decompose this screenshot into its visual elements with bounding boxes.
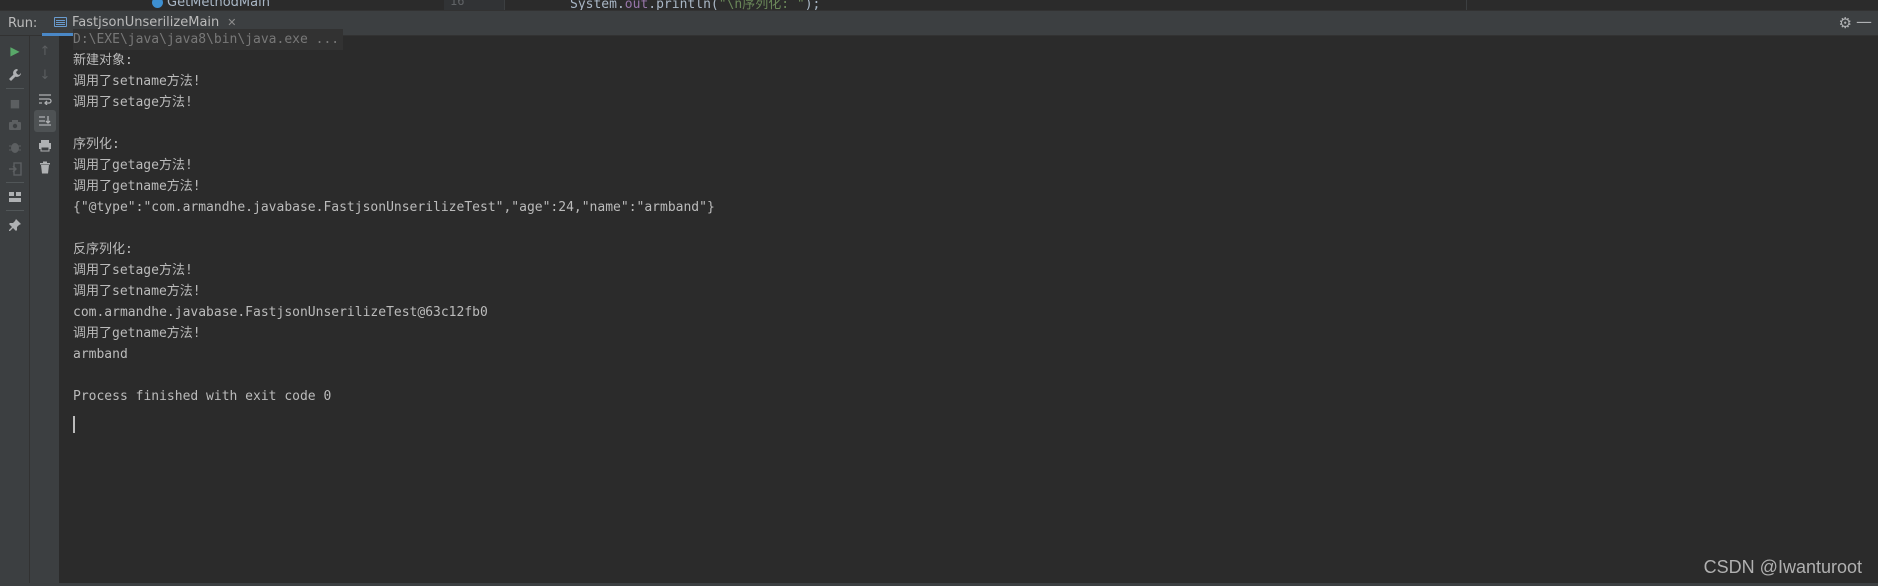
run-toolbar-primary: ▶ ■ xyxy=(0,36,30,586)
camera-icon[interactable] xyxy=(4,114,26,136)
java-class-icon xyxy=(152,0,163,8)
toolbar-separator xyxy=(6,88,24,89)
console-line: 调用了setage方法! xyxy=(73,95,193,110)
text-cursor xyxy=(73,416,75,433)
console-output[interactable]: D:\EXE\java\java8\bin\java.exe ... 新建对象:… xyxy=(60,29,1878,586)
run-icon[interactable]: ▶ xyxy=(4,40,26,62)
console-line: 调用了getname方法! xyxy=(73,326,201,341)
project-tree-item[interactable]: GetMethodMain xyxy=(152,0,270,10)
tree-item-label: GetMethodMain xyxy=(167,0,270,10)
arrow-up-icon[interactable]: ↑ xyxy=(34,40,56,62)
exit-icon[interactable] xyxy=(4,158,26,180)
console-line: Process finished with exit code 0 xyxy=(73,389,332,404)
toolbar-separator xyxy=(6,210,24,211)
code-string: "\n序列化: " xyxy=(718,0,805,10)
tab-label: FastjsonUnserilizeMain xyxy=(72,14,220,30)
console-line: 调用了getage方法! xyxy=(73,158,193,173)
code-line[interactable]: System.out.println("\n序列化: "); xyxy=(570,0,820,10)
console-line: 调用了getname方法! xyxy=(73,179,201,194)
scroll-to-end-icon[interactable] xyxy=(34,110,56,132)
close-icon[interactable]: ✕ xyxy=(227,16,236,29)
code-token: ); xyxy=(804,0,821,10)
minimize-icon[interactable]: — xyxy=(1856,12,1872,31)
console-line: 反序列化: xyxy=(73,242,133,257)
line-number: 16 xyxy=(450,0,465,8)
run-label: Run: xyxy=(8,16,38,31)
console-icon xyxy=(54,17,67,27)
pin-icon[interactable] xyxy=(4,214,26,236)
code-token: .println( xyxy=(648,0,719,10)
editor-remnant: GetMethodMain 16 System.out.println("\n序… xyxy=(0,0,1878,10)
console-line: com.armandhe.javabase.FastjsonUnserilize… xyxy=(73,305,488,320)
console-line: 调用了setage方法! xyxy=(73,263,193,278)
code-token: System. xyxy=(570,0,625,10)
right-margin-guide xyxy=(1466,0,1467,10)
console-command-line[interactable]: D:\EXE\java\java8\bin\java.exe ... xyxy=(73,29,344,50)
console-line: armband xyxy=(73,347,128,362)
soft-wrap-icon[interactable] xyxy=(34,88,56,110)
debug-icon[interactable] xyxy=(4,136,26,158)
console-line: 调用了setname方法! xyxy=(73,74,201,89)
console-line: {"@type":"com.armandhe.javabase.Fastjson… xyxy=(73,200,715,215)
console-line: 新建对象: xyxy=(73,53,133,68)
wrench-icon[interactable] xyxy=(4,64,26,86)
gear-icon[interactable]: ⚙ xyxy=(1839,14,1852,32)
toolbar-separator xyxy=(6,182,24,183)
watermark: CSDN @Iwanturoot xyxy=(1703,557,1862,577)
code-token: out xyxy=(624,0,649,10)
layout-icon[interactable] xyxy=(4,186,26,208)
gutter-divider xyxy=(504,0,505,10)
stop-icon[interactable]: ■ xyxy=(4,92,26,114)
console-line: 调用了setname方法! xyxy=(73,284,201,299)
console-line: 序列化: xyxy=(73,137,120,152)
trash-icon[interactable] xyxy=(34,156,56,178)
run-toolbar-secondary: ↑ ↓ xyxy=(30,36,60,586)
arrow-down-icon[interactable]: ↓ xyxy=(34,64,56,86)
print-icon[interactable] xyxy=(34,134,56,156)
